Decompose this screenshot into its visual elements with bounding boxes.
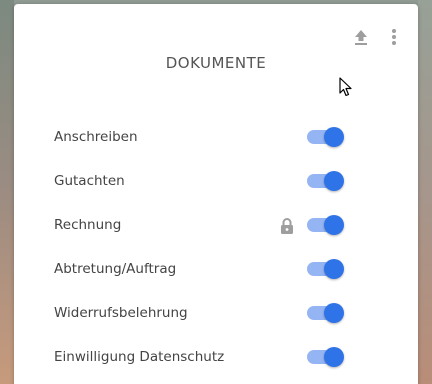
toggle-thumb bbox=[324, 215, 344, 235]
toggle-widerrufsbelehrung[interactable] bbox=[307, 303, 345, 323]
document-row-rechnung: Rechnung bbox=[54, 210, 354, 240]
card-title: DOKUMENTE bbox=[165, 54, 267, 72]
toggle-thumb bbox=[324, 303, 344, 323]
toggle-abtretung-auftrag[interactable] bbox=[307, 259, 345, 279]
toggle-anschreiben[interactable] bbox=[307, 127, 345, 147]
mouse-cursor-icon bbox=[339, 77, 353, 97]
document-row-gutachten: Gutachten bbox=[54, 166, 354, 196]
document-row-anschreiben: Anschreiben bbox=[54, 122, 354, 152]
toggle-thumb bbox=[324, 171, 344, 191]
toggle-thumb bbox=[324, 127, 344, 147]
toggle-thumb bbox=[324, 347, 344, 367]
more-vertical-icon[interactable] bbox=[386, 26, 402, 48]
toggle-rechnung[interactable] bbox=[307, 215, 345, 235]
background-left bbox=[0, 0, 14, 384]
document-row-abtretung-auftrag: Abtretung/Auftrag bbox=[54, 254, 354, 284]
document-row-einwilligung-datenschutz: Einwilligung Datenschutz bbox=[54, 342, 354, 372]
background-right bbox=[418, 0, 432, 384]
toggle-einwilligung-datenschutz[interactable] bbox=[307, 347, 345, 367]
lock-icon bbox=[279, 217, 295, 235]
toggle-gutachten[interactable] bbox=[307, 171, 345, 191]
documents-card: DOKUMENTE Anschreiben Gutachten Rechnung bbox=[14, 4, 418, 384]
document-row-widerrufsbelehrung: Widerrufsbelehrung bbox=[54, 298, 354, 328]
toggle-thumb bbox=[324, 259, 344, 279]
upload-icon[interactable] bbox=[350, 26, 372, 48]
